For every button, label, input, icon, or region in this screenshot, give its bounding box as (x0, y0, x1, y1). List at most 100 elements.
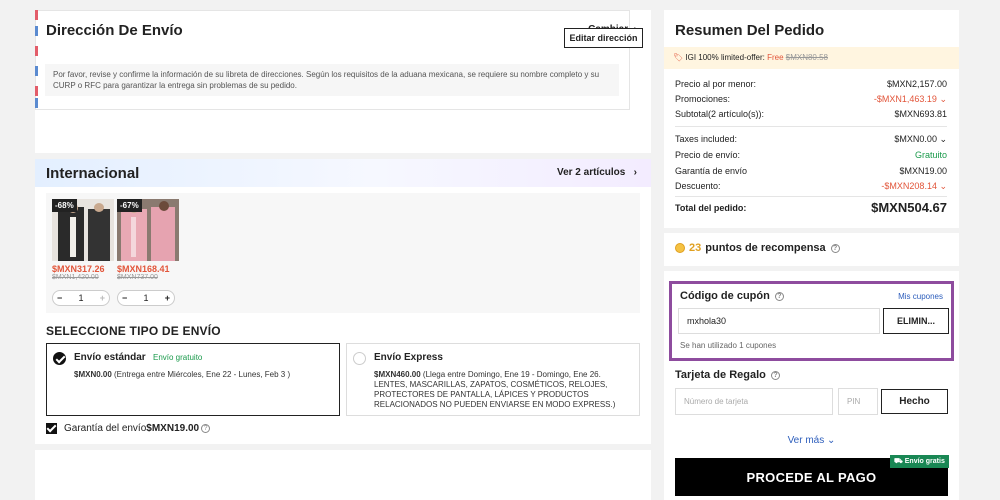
products-area: -68% $MXN317.26 $MXN1,420.00 -67% $MXN16… (46, 193, 640, 313)
summary-value: $MXN693.81 (894, 109, 947, 119)
summary-label: Descuento: (675, 181, 721, 191)
envelope-stripe (35, 26, 38, 36)
quantity-value[interactable]: 1 (78, 293, 83, 303)
help-icon[interactable]: ? (201, 423, 211, 433)
international-shipment-card: Internacional Ver 2 artículos › -68% $MX… (35, 159, 651, 444)
summary-value: Gratuito (914, 150, 947, 160)
remove-coupon-button[interactable]: ELIMIN... (883, 308, 949, 334)
coupon-and-payment-card: Código de cupón ? Mis cupones ELIMIN... … (664, 271, 959, 500)
discount-badge: -68% (52, 199, 77, 212)
shipping-option-name: Envío Express (374, 352, 443, 363)
shipping-option-standard[interactable]: Envío estándar Envío gratuito $MXN0.00 (… (46, 343, 340, 416)
divider (675, 196, 947, 197)
view-items-label: Ver 2 artículos (556, 167, 626, 178)
envelope-stripe (35, 46, 38, 56)
quantity-stepper: − 1 + (117, 290, 175, 306)
help-icon[interactable]: ? (770, 371, 780, 380)
envelope-stripe (35, 86, 38, 96)
truck-icon: ⛟ (894, 458, 905, 465)
igi-free: Free (767, 53, 784, 62)
gift-card-number-input[interactable] (675, 388, 833, 415)
product-item: -67% $MXN168.41 $MXN737.00 (117, 199, 179, 281)
coupon-code-input[interactable] (678, 308, 880, 334)
gift-card-title: Tarjeta de Regalo ? (675, 369, 780, 381)
product-price: $MXN168.41 (117, 264, 170, 274)
help-icon[interactable]: ? (774, 292, 784, 301)
coin-icon (675, 243, 685, 253)
summary-row-taxes[interactable]: Taxes included: $MXN0.00 ⌄ (675, 134, 947, 145)
summary-row-shipping: Precio de envío: Gratuito (675, 150, 947, 160)
shipping-option-name: Envío estándar (74, 352, 146, 363)
quantity-stepper: − 1 + (52, 290, 110, 306)
summary-row-subtotal: Subtotal(2 artículo(s)): $MXN693.81 (675, 109, 947, 119)
view-items-link[interactable]: Ver 2 artículos › (557, 167, 637, 178)
product-old-price: $MXN737.00 (117, 274, 158, 281)
decrease-quantity-button[interactable]: − (122, 293, 127, 303)
chevron-right-icon: › (628, 167, 637, 178)
envelope-stripe (35, 98, 38, 108)
apply-gift-card-button[interactable]: Hecho (881, 389, 948, 414)
shipping-option-express[interactable]: Envío Express $MXN460.00 (Llega entre Do… (346, 343, 640, 416)
summary-row-warranty: Garantía de envío $MXN19.00 (675, 166, 947, 176)
free-shipping-tag: Envío gratuito (153, 353, 203, 362)
product-item: -68% $MXN317.26 $MXN1,420.00 (52, 199, 114, 281)
tag-icon: 🏷 (673, 53, 684, 62)
coupon-title-label: Código de cupón (680, 290, 770, 302)
shipping-option-eta: (Entrega entre Miércoles, Ene 22 - Lunes… (111, 370, 291, 379)
summary-label: Subtotal(2 artículo(s)): (675, 109, 765, 119)
shipping-address-title: Dirección De Envío (46, 22, 183, 39)
gift-card-title-label: Tarjeta de Regalo (675, 369, 766, 381)
reward-points-row: 23 puntos de recompensa ? (675, 242, 840, 254)
summary-row-discount[interactable]: Descuento: -$MXN208.14 ⌄ (675, 181, 947, 192)
igi-old-price: $MXN80.58 (785, 53, 828, 62)
igi-offer-banner: 🏷 IGI 100% limited-offer: Free $MXN80.58 (664, 47, 959, 69)
product-image[interactable]: -67% (117, 199, 179, 261)
gift-card-pin-input[interactable] (838, 388, 878, 415)
shipping-option-price: $MXN460.00 (374, 370, 421, 379)
radio-selected-icon[interactable] (53, 352, 66, 365)
summary-value: -$MXN1,463.19 (873, 94, 937, 104)
free-shipping-badge: ⛟ Envío gratis (890, 455, 949, 468)
discount-badge: -67% (117, 199, 142, 212)
summary-value: $MXN0.00 (894, 134, 937, 144)
warranty-price: $MXN19.00 (146, 422, 200, 434)
reward-points-label: puntos de recompensa (705, 242, 826, 254)
envelope-stripe (35, 66, 38, 76)
warranty-label: Garantía del envío (64, 422, 147, 434)
summary-value: $MXN2,157.00 (886, 79, 947, 89)
increase-quantity-button[interactable]: + (100, 293, 105, 303)
chevron-down-icon: ⌄ (936, 134, 947, 144)
summary-row-retail: Precio al por menor: $MXN2,157.00 (675, 79, 947, 89)
my-coupons-link[interactable]: Mis cupones (898, 292, 943, 301)
checkbox-checked-icon[interactable] (46, 422, 57, 434)
product-price: $MXN317.26 (52, 264, 105, 274)
total-value: $MXN504.67 (871, 200, 947, 215)
product-old-price: $MXN1,420.00 (52, 274, 99, 281)
reward-points-card: 23 puntos de recompensa ? (664, 233, 959, 266)
decrease-quantity-button[interactable]: − (57, 293, 62, 303)
summary-label: Promociones: (675, 94, 731, 104)
order-summary-card: Resumen Del Pedido 🏷 IGI 100% limited-of… (664, 10, 959, 228)
summary-label: Precio de envío: (675, 150, 741, 160)
radio-unselected-icon[interactable] (353, 352, 366, 365)
international-title: Internacional (46, 165, 140, 182)
shipping-option-detail: $MXN460.00 (Llega entre Domingo, Ene 19 … (374, 370, 636, 410)
summary-label: Garantía de envío (675, 166, 748, 176)
summary-row-promotions[interactable]: Promociones: -$MXN1,463.19 ⌄ (675, 94, 947, 105)
chevron-down-icon: ⌄ (827, 435, 836, 446)
summary-label: Taxes included: (675, 134, 738, 144)
coupon-title: Código de cupón ? (680, 290, 784, 302)
shipping-warranty-checkbox[interactable]: Garantía del envío $MXN19.00 ? (46, 421, 211, 435)
increase-quantity-button[interactable]: + (165, 293, 170, 303)
see-more-link[interactable]: Ver más ⌄ (664, 435, 959, 446)
coupons-used-text: Se han utilizado 1 cupones (680, 341, 777, 350)
next-section-card (35, 450, 651, 500)
summary-value: $MXN19.00 (899, 166, 947, 176)
help-icon[interactable]: ? (830, 243, 840, 253)
product-image[interactable]: -68% (52, 199, 114, 261)
chevron-down-icon: ⌄ (936, 181, 947, 191)
free-shipping-badge-label: Envío gratis (904, 458, 945, 465)
quantity-value[interactable]: 1 (143, 293, 148, 303)
shipping-option-detail: $MXN0.00 (Entrega entre Miércoles, Ene 2… (74, 370, 336, 380)
edit-address-button[interactable]: Editar dirección (564, 28, 643, 48)
